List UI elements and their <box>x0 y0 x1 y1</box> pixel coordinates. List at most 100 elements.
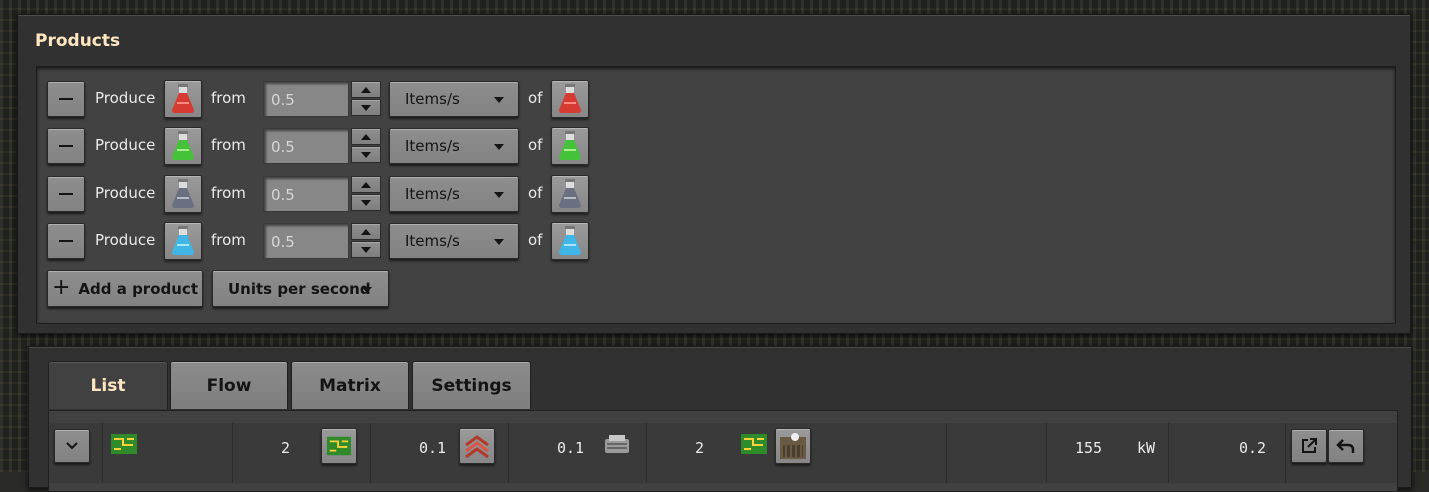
results-list: 2 0.1 0.1 2 155 kW 0.2 <box>48 410 1398 492</box>
ingredient-count: 2 <box>695 439 705 457</box>
open-external-icon <box>1302 438 1317 453</box>
panel-title: Products <box>35 31 121 51</box>
remove-product-button[interactable] <box>47 81 85 117</box>
minus-icon <box>59 193 73 195</box>
module-value: 0.1 <box>557 439 585 457</box>
of-item-button[interactable] <box>551 222 589 260</box>
produce-label: Produce <box>95 184 156 202</box>
chevron-down-icon <box>494 144 504 150</box>
remove-product-button[interactable] <box>47 176 85 212</box>
decrement-button[interactable] <box>351 194 381 211</box>
tab-matrix[interactable]: Matrix <box>291 361 409 409</box>
amount-field[interactable]: 0.5 <box>263 128 349 164</box>
electronic-circuit-icon <box>111 434 137 454</box>
unit-dropdown[interactable]: Items/s <box>389 128 519 164</box>
recipe-cell <box>103 423 233 483</box>
building-cell: 2 <box>233 423 371 483</box>
red-science-pack-icon <box>559 84 581 113</box>
spacer-cell <box>947 423 1047 483</box>
minus-icon <box>59 98 73 100</box>
produce-label: Produce <box>95 89 156 107</box>
engine-unit-icon <box>605 435 629 453</box>
chemical-science-pack-icon <box>172 226 194 255</box>
from-label: from <box>211 231 246 249</box>
pollution-cell: 0.2 <box>1169 423 1286 483</box>
expand-row-button[interactable] <box>54 429 90 463</box>
tab-settings[interactable]: Settings <box>412 361 531 409</box>
of-item-button[interactable] <box>551 80 589 118</box>
product-item-button[interactable] <box>164 175 202 213</box>
chevron-down-icon <box>494 192 504 198</box>
undo-button[interactable] <box>1328 429 1364 463</box>
unit-dropdown[interactable]: Items/s <box>389 81 519 117</box>
chevron-down-icon <box>494 239 504 245</box>
amount-field[interactable]: 0.5 <box>263 223 349 259</box>
module-cell: 0.1 <box>509 423 647 483</box>
minus-icon <box>59 240 73 242</box>
amount-field[interactable]: 0.5 <box>263 176 349 212</box>
minus-icon <box>59 145 73 147</box>
plus-icon: + <box>51 274 71 300</box>
military-science-pack-icon <box>559 179 581 208</box>
increment-button[interactable] <box>351 176 381 193</box>
electronic-circuit-icon <box>327 436 351 456</box>
amount-stepper[interactable] <box>351 176 381 212</box>
pollution-value: 0.2 <box>1239 439 1267 457</box>
product-item-button[interactable] <box>164 80 202 118</box>
power-unit: kW <box>1137 439 1156 457</box>
of-label: of <box>528 184 543 202</box>
beacon-cell: 0.1 <box>371 423 509 483</box>
green-science-pack-icon <box>172 131 194 160</box>
from-label: from <box>211 136 246 154</box>
increment-button[interactable] <box>351 81 381 98</box>
of-item-button[interactable] <box>551 127 589 165</box>
chevron-down-icon <box>494 97 504 103</box>
unit-dropdown[interactable]: Items/s <box>389 223 519 259</box>
products-panel: Products Produce from 0.5 Items/s of Pro… <box>17 14 1411 334</box>
remove-product-button[interactable] <box>47 128 85 164</box>
amount-stepper[interactable] <box>351 81 381 117</box>
military-science-pack-icon <box>172 179 194 208</box>
beacon-module-button[interactable] <box>459 428 495 464</box>
products-list: Produce from 0.5 Items/s of Produce from <box>36 66 1396 324</box>
tab-list[interactable]: List <box>48 361 168 409</box>
of-label: of <box>528 231 543 249</box>
green-science-pack-icon <box>559 131 581 160</box>
table-row: 2 0.1 0.1 2 155 kW 0.2 <box>49 423 1397 483</box>
remove-product-button[interactable] <box>47 223 85 259</box>
increment-button[interactable] <box>351 128 381 145</box>
amount-stepper[interactable] <box>351 128 381 164</box>
from-label: from <box>211 89 246 107</box>
power-cell: 155 kW <box>1047 423 1169 483</box>
of-label: of <box>528 89 543 107</box>
expand-cell <box>49 423 103 483</box>
decrement-button[interactable] <box>351 146 381 163</box>
building-button[interactable] <box>321 428 357 464</box>
amount-stepper[interactable] <box>351 223 381 259</box>
beacon-value: 0.1 <box>419 439 447 457</box>
produce-label: Produce <box>95 136 156 154</box>
product-item-button[interactable] <box>164 222 202 260</box>
unit-dropdown[interactable]: Items/s <box>389 176 519 212</box>
decrement-button[interactable] <box>351 99 381 116</box>
tab-flow[interactable]: Flow <box>170 361 288 409</box>
electronic-circuit-icon <box>741 434 767 454</box>
of-item-button[interactable] <box>551 175 589 213</box>
building-count: 2 <box>281 439 291 457</box>
from-label: from <box>211 184 246 202</box>
amount-field[interactable]: 0.5 <box>263 81 349 117</box>
produce-label: Produce <box>95 231 156 249</box>
timescale-dropdown[interactable]: Units per second <box>212 270 389 307</box>
add-product-button[interactable]: + Add a product <box>47 270 203 307</box>
actions-cell <box>1286 423 1397 483</box>
increment-button[interactable] <box>351 223 381 240</box>
speed-module-icon <box>465 435 489 459</box>
assembler-button[interactable] <box>775 428 811 464</box>
red-science-pack-icon <box>172 84 194 113</box>
product-item-button[interactable] <box>164 127 202 165</box>
of-label: of <box>528 136 543 154</box>
chemical-science-pack-icon <box>559 226 581 255</box>
assembling-machine-icon <box>780 433 806 459</box>
decrement-button[interactable] <box>351 241 381 258</box>
open-external-button[interactable] <box>1291 429 1327 463</box>
